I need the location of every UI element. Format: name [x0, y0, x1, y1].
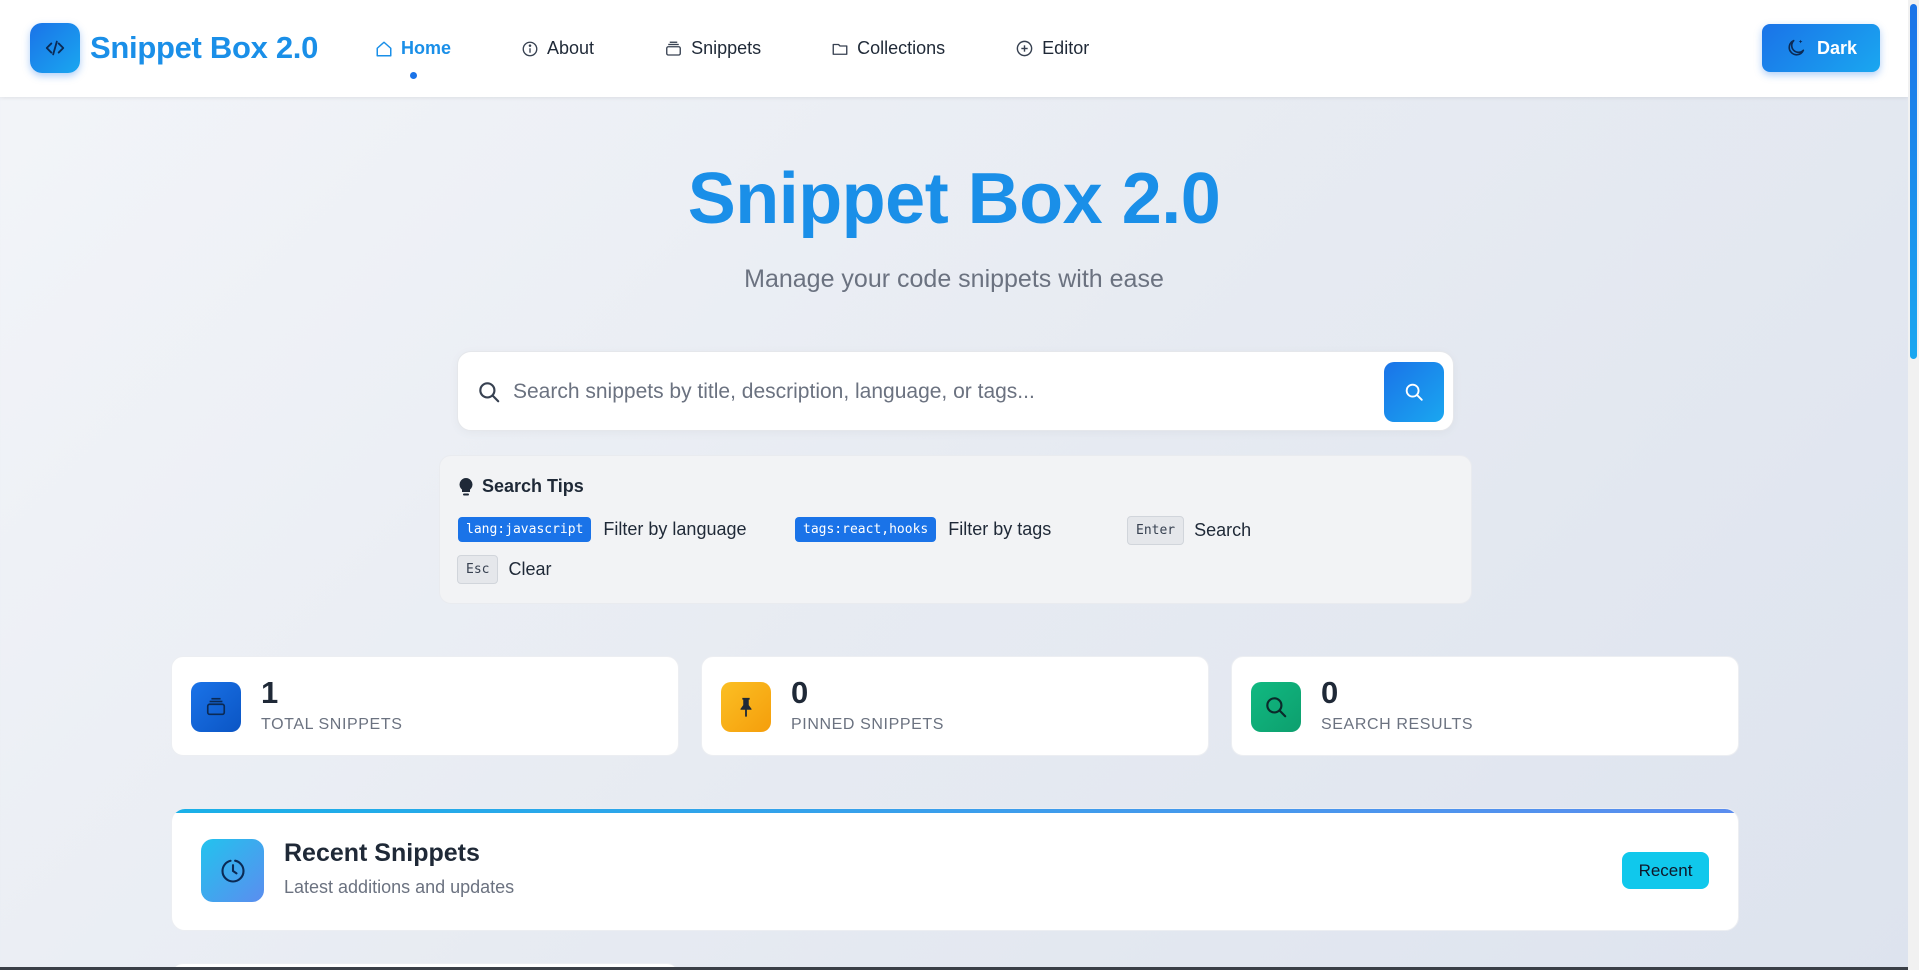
- top-navbar: Snippet Box 2.0 Home About Snippets Coll…: [0, 0, 1908, 97]
- stat-value: 0: [1321, 675, 1339, 710]
- search-tips-heading: Search Tips: [458, 476, 584, 497]
- tip-text: Filter by tags: [948, 519, 1052, 539]
- pin-icon: [721, 682, 771, 732]
- moon-icon: [1785, 37, 1807, 59]
- nav-item-label: Home: [401, 38, 452, 58]
- tip-text: Filter by language: [603, 519, 747, 539]
- nav-item-label: Snippets: [691, 38, 762, 58]
- theme-toggle-button[interactable]: Dark: [1762, 24, 1880, 72]
- tip-text: Clear: [508, 559, 552, 579]
- search-icon: [1403, 381, 1425, 403]
- search-icon: [476, 379, 502, 405]
- nav-item-about[interactable]: About: [521, 29, 594, 69]
- nav-item-editor[interactable]: Editor: [1015, 29, 1089, 69]
- tip-kbd-chip: Esc: [457, 555, 499, 584]
- stat-value: 0: [791, 675, 809, 710]
- recent-badge-button[interactable]: Recent: [1622, 852, 1709, 889]
- stat-value: 1: [261, 675, 279, 710]
- recent-snippets-section: Recent Snippets Latest additions and upd…: [171, 808, 1739, 931]
- tip-kbd-chip: Enter: [1127, 516, 1185, 545]
- search-tips-panel: Search Tips lang:javascript Filter by la…: [439, 455, 1472, 604]
- search-tip: Enter Search: [1127, 516, 1251, 545]
- theme-toggle-label: Dark: [1816, 37, 1858, 58]
- home-icon: [375, 40, 393, 58]
- clock-icon: [201, 839, 264, 902]
- stat-label: TOTAL SNIPPETS: [261, 716, 403, 733]
- tip-code-chip: tags:react,hooks: [795, 517, 937, 542]
- search-icon: [1251, 682, 1301, 732]
- brand-title: Snippet Box 2.0: [90, 30, 319, 65]
- nav-item-label: Editor: [1042, 38, 1090, 58]
- search-tip: Esc Clear: [457, 555, 552, 584]
- layers-icon: [664, 40, 683, 58]
- nav-item-label: Collections: [857, 38, 946, 58]
- hero-title: Snippet Box 2.0: [687, 159, 1221, 239]
- nav-item-label: About: [547, 38, 595, 58]
- nav-item-collections[interactable]: Collections: [831, 29, 945, 69]
- recent-snippets-subtitle: Latest additions and updates: [284, 877, 515, 897]
- stat-card-search-results: 0 SEARCH RESULTS: [1231, 656, 1739, 756]
- brand-link[interactable]: Snippet Box 2.0: [30, 23, 318, 73]
- stat-label: SEARCH RESULTS: [1321, 716, 1474, 733]
- scrollbar-thumb[interactable]: [1910, 4, 1917, 359]
- recent-snippets-title: Recent Snippets: [284, 839, 480, 867]
- search-tips-title: Search Tips: [482, 476, 584, 496]
- main-nav: Home About Snippets Collections Editor: [375, 0, 1089, 97]
- stat-card-pinned-snippets: 0 PINNED SNIPPETS: [701, 656, 1209, 756]
- layers-icon: [191, 682, 241, 732]
- search-input[interactable]: [513, 370, 1333, 414]
- stat-card-total-snippets: 1 TOTAL SNIPPETS: [171, 656, 679, 756]
- folder-icon: [831, 40, 849, 58]
- nav-item-snippets[interactable]: Snippets: [664, 29, 761, 69]
- stat-label: PINNED SNIPPETS: [791, 716, 945, 733]
- info-icon: [521, 40, 539, 58]
- lightbulb-icon: [458, 477, 474, 497]
- tip-text: Search: [1194, 520, 1252, 540]
- hero-subtitle: Manage your code snippets with ease: [744, 265, 1164, 293]
- search-tip: lang:javascript Filter by language: [458, 517, 747, 542]
- search-tip: tags:react,hooks Filter by tags: [795, 517, 1051, 542]
- search-bar: [457, 351, 1454, 431]
- code-icon: [30, 23, 80, 73]
- nav-item-home[interactable]: Home: [375, 29, 452, 79]
- tip-code-chip: lang:javascript: [458, 517, 592, 542]
- search-submit-button[interactable]: [1384, 362, 1444, 422]
- plus-circle-icon: [1015, 39, 1034, 58]
